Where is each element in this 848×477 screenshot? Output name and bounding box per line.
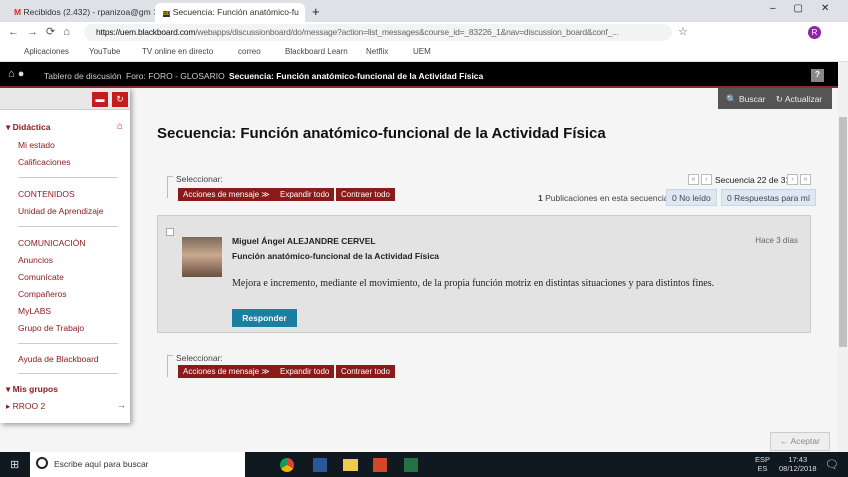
word-icon[interactable] [313, 458, 327, 472]
home-icon[interactable]: ⌂ ● [8, 68, 24, 80]
first-icon[interactable]: « [688, 174, 699, 185]
action-toolbar: 🔍 Buscar ↻ Actualizar [718, 88, 832, 109]
help-button[interactable]: ? [811, 69, 824, 82]
section-contenidos: CONTENIDOS [18, 189, 75, 199]
cortana-icon [36, 457, 48, 469]
menu-item[interactable]: Calificaciones [18, 157, 70, 167]
bookmark[interactable]: correo [238, 47, 261, 56]
message-checkbox[interactable] [166, 228, 174, 236]
arrow-right-icon[interactable]: → [117, 400, 126, 410]
bookmark[interactable]: UEM [413, 47, 431, 56]
breadcrumb: ⌂ ● Tablero de discusión Foro: FORO - GL… [0, 62, 838, 88]
windows-start-icon[interactable]: ⊞ [10, 458, 19, 471]
star-icon[interactable]: ☆ [678, 25, 688, 38]
menu-item[interactable]: Unidad de Aprendizaje [18, 206, 104, 216]
collapse-all-button[interactable]: Contraer todo [336, 188, 395, 201]
blackboard-icon: Bb [163, 11, 171, 17]
reply-button[interactable]: Responder [232, 309, 297, 327]
unread-filter[interactable]: 0 No leído [666, 189, 717, 206]
message-subject: Función anatómico-funcional de la Activi… [232, 251, 440, 261]
tab-blackboard[interactable]: Bb Secuencia: Función anatómico-fu [155, 3, 305, 22]
sequence-position: Secuencia 22 de 31 [715, 175, 791, 185]
tab-gmail[interactable]: M Recibidos (2.432) - rpanizoa@gm ✕ [6, 3, 156, 22]
select-bracket [167, 176, 173, 198]
author-name[interactable]: Miguel Ángel ALEJANDRE CERVEL [232, 236, 376, 246]
notifications-icon[interactable]: 🗨 [825, 458, 839, 471]
search-button[interactable]: 🔍 Buscar [726, 94, 765, 104]
menu-item[interactable]: Mi estado [18, 140, 55, 150]
bookmark[interactable]: Aplicaciones [24, 47, 69, 56]
menu-item[interactable]: Comunícate [18, 272, 64, 282]
home-icon: ⌂ [117, 121, 124, 132]
course-menu: ▬ ↻ ▾ Didáctica ⌂ Mi estado Calificacione… [0, 88, 130, 423]
prev-icon[interactable]: ‹ [701, 174, 712, 185]
expand-all-button[interactable]: Expandir todo [275, 188, 335, 201]
bookmark[interactable]: YouTube [89, 47, 120, 56]
bookmark[interactable]: Blackboard Learn [285, 47, 348, 56]
nav-buttons[interactable]: ←→⟳⌂ [8, 25, 78, 38]
menu-item[interactable]: Ayuda de Blackboard [18, 354, 99, 364]
message-time: Hace 3 días [755, 236, 798, 245]
message-actions-button[interactable]: Acciones de mensaje ≫ [178, 365, 275, 378]
clock[interactable]: 17:43 08/12/2018 [779, 455, 817, 473]
breadcrumb-item[interactable]: Foro: FORO - GLOSARIO [126, 71, 225, 81]
menu-item[interactable]: Compañeros [18, 289, 67, 299]
select-bracket [167, 355, 173, 377]
address-toolbar: ←→⟳⌂ https://uem.blackboard.com/webapps/… [0, 22, 848, 42]
new-tab-button[interactable]: + [312, 4, 320, 19]
bookmark[interactable]: Netflix [366, 47, 388, 56]
page-title: Secuencia: Función anatómico-funcional d… [157, 125, 606, 142]
message-body: Mejora e incremento, mediante el movimie… [232, 278, 715, 289]
section-comunicacion: COMUNICACIÓN [18, 238, 86, 248]
refresh-menu-button[interactable]: ↻ [112, 92, 128, 107]
explorer-icon[interactable] [343, 459, 358, 471]
replies-filter[interactable]: 0 Respuestas para mí [721, 189, 817, 206]
last-icon[interactable]: » [800, 174, 811, 185]
message-post: Miguel Ángel ALEJANDRE CERVEL Función an… [157, 215, 811, 333]
accept-button[interactable]: ← Aceptar [770, 432, 830, 451]
message-actions-button[interactable]: Acciones de mensaje ≫ [178, 188, 275, 201]
select-label: Seleccionar: [176, 174, 223, 184]
url-bar[interactable]: https://uem.blackboard.com/webapps/discu… [84, 24, 672, 41]
folder-view-button[interactable]: ▬ [92, 92, 108, 107]
profile-avatar[interactable]: R [808, 26, 821, 39]
select-label: Seleccionar: [176, 353, 223, 363]
taskbar: ⊞ Escribe aquí para buscar ESP ES 17:43 08… [0, 452, 848, 477]
bookmarks-bar: Aplicaciones YouTube TV online en direct… [0, 42, 848, 62]
browser-tabstrip: M Recibidos (2.432) - rpanizoa@gm ✕ Bb S… [0, 0, 848, 22]
breadcrumb-item[interactable]: Tablero de discusión [44, 71, 122, 81]
collapse-all-button[interactable]: Contraer todo [336, 365, 395, 378]
menu-item[interactable]: Anuncios [18, 255, 53, 265]
scrollbar[interactable] [838, 62, 848, 452]
section-mis-grupos[interactable]: ▾ Mis grupos [6, 384, 58, 395]
refresh-button[interactable]: ↻ Actualizar [776, 94, 822, 104]
bookmark[interactable]: TV online en directo [142, 47, 213, 56]
menu-item[interactable]: Grupo de Trabajo [18, 323, 84, 333]
group-rroo2[interactable]: ▸ RROO 2 [6, 401, 45, 412]
expand-all-button[interactable]: Expandir todo [275, 365, 335, 378]
chrome-icon[interactable] [280, 458, 294, 472]
post-count: 1 Publicaciones en esta secuencia [538, 193, 669, 203]
excel-icon[interactable] [404, 458, 418, 472]
avatar [182, 237, 222, 277]
menu-item[interactable]: MyLABS [18, 306, 51, 316]
language-indicator[interactable]: ESP ES [755, 455, 770, 473]
window-controls[interactable]: –▢✕ [770, 3, 847, 14]
taskbar-search[interactable]: Escribe aquí para buscar [30, 452, 245, 477]
breadcrumb-current: Secuencia: Función anatómico-funcional d… [229, 71, 484, 81]
section-didactica[interactable]: ▾ Didáctica [6, 122, 50, 133]
next-icon[interactable]: › [787, 174, 798, 185]
powerpoint-icon[interactable] [373, 458, 387, 472]
